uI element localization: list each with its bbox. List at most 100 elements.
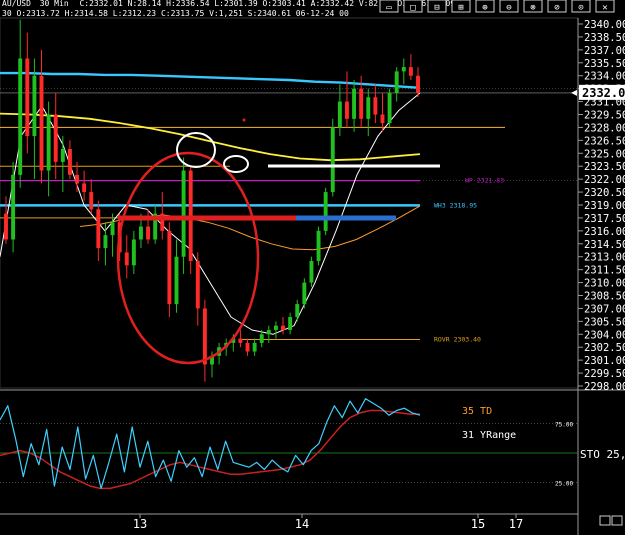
y-tick-label: 2338.50	[584, 32, 625, 44]
y-tick-label: 2319.00	[584, 200, 625, 212]
window-button-glyph: ✕	[602, 3, 607, 13]
window-button-glyph: ⊙	[578, 3, 583, 13]
level-label: WH3 2318.95	[434, 201, 477, 209]
candle-body	[46, 114, 51, 171]
candle-body	[18, 58, 23, 175]
candle-body	[401, 67, 406, 72]
candle-body	[11, 174, 16, 240]
candle-body	[302, 282, 307, 305]
y-tick-label: 2308.50	[584, 291, 625, 303]
y-tick-label: 2311.50	[584, 265, 625, 277]
y-tick-label: 2304.00	[584, 329, 625, 341]
candle-body	[89, 192, 94, 210]
candle-body	[181, 170, 186, 257]
window-button-glyph: ⊟	[434, 3, 439, 13]
candle-body	[359, 88, 364, 119]
candle-body	[323, 192, 328, 231]
candle-body	[252, 342, 257, 352]
candle-body	[82, 183, 87, 193]
current-price-value: 2332.01	[582, 86, 625, 100]
y-tick-label: 2316.00	[584, 226, 625, 238]
y-tick-label: 2305.50	[584, 316, 625, 328]
candle-body	[195, 261, 200, 309]
y-tick-label: 2302.50	[584, 342, 625, 354]
candle-body	[146, 226, 151, 240]
candle-body	[32, 75, 37, 137]
candle-body	[131, 239, 136, 266]
y-tick-label: 2317.50	[584, 213, 625, 225]
candle-body	[281, 325, 285, 330]
candle-body	[295, 304, 300, 318]
candle-body	[273, 325, 278, 330]
y-tick-label: 2299.50	[584, 368, 625, 380]
x-tick-label: 13	[133, 517, 147, 531]
window-button-glyph: ⊕	[482, 3, 487, 13]
indicator-legend-entry: 31 YRange	[462, 430, 516, 441]
candle-body	[309, 261, 314, 283]
candle-body	[53, 114, 58, 162]
candle-body	[67, 148, 72, 175]
candle-body	[288, 317, 293, 330]
y-tick-label: 2301.00	[584, 355, 625, 367]
x-tick-label: 14	[295, 517, 309, 531]
candle-body	[345, 101, 349, 119]
candle-body	[167, 230, 172, 305]
indicator-legend-entry: 35 TD	[462, 406, 492, 417]
candle-body	[330, 127, 335, 193]
level-label: ROVR 2303.40	[434, 335, 481, 343]
window-button-glyph: ⊘	[554, 3, 559, 13]
candle-body	[245, 342, 250, 352]
level-label: WP 2321.83	[465, 177, 504, 185]
candle-body	[39, 75, 44, 171]
window-button-glyph: ⊞	[458, 3, 463, 13]
y-tick-label: 2325.00	[584, 148, 625, 160]
candle-body	[266, 329, 271, 335]
candle-body	[139, 226, 143, 240]
candle-body	[124, 252, 129, 266]
window-button-glyph: ⊗	[530, 3, 535, 13]
indicator-tick-label: 75.00	[555, 422, 573, 429]
candle-body	[96, 209, 101, 249]
y-tick-label: 2337.00	[584, 45, 625, 57]
candle-body	[103, 235, 108, 249]
window-button-glyph: □	[410, 3, 416, 13]
y-tick-label: 2340.00	[584, 19, 625, 31]
candle-body	[202, 308, 207, 365]
candle-body	[316, 230, 321, 262]
y-tick-label: 2326.50	[584, 135, 625, 147]
indicator-tick-label: 25.00	[555, 481, 573, 488]
candle-body	[366, 97, 371, 119]
y-tick-label: 2335.50	[584, 58, 625, 70]
indicator-name: STO 25,	[580, 448, 625, 461]
candle-body	[380, 114, 385, 124]
y-tick-label: 2329.50	[584, 110, 625, 122]
candle-body	[387, 92, 392, 124]
window-button-glyph: ⊖	[506, 3, 511, 13]
candle-body	[394, 71, 399, 93]
price-chart: AU/USD 30 Min C:2332.01 N:28.14 H:2336.5…	[0, 0, 625, 535]
y-tick-label: 2307.00	[584, 303, 625, 315]
header-interval: 30 Min	[40, 0, 69, 8]
header-ohlc-line: 30 O:2313.72 H:2314.58 L:2312.23 C:2313.…	[2, 9, 349, 18]
y-tick-label: 2298.00	[584, 381, 625, 393]
annotation-red-dot	[242, 118, 246, 122]
y-tick-label: 2328.00	[584, 122, 625, 134]
y-tick-label: 2323.50	[584, 161, 625, 173]
zoom-in-button	[611, 515, 623, 526]
y-tick-label: 2310.00	[584, 278, 625, 290]
header-quote: C:2332.01 N:28.14 H:2336.54 L:2301.39 O:…	[79, 0, 460, 8]
candle-body	[373, 97, 378, 115]
y-tick-label: 2313.00	[584, 252, 625, 264]
candle-body	[110, 222, 115, 236]
y-tick-label: 2320.50	[584, 187, 625, 199]
candle-body	[25, 58, 30, 137]
candle-body	[259, 334, 264, 343]
window-button-glyph: ▭	[386, 3, 392, 13]
candle-body	[60, 148, 65, 162]
candle-body	[408, 67, 413, 76]
candle-body	[337, 101, 342, 128]
x-tick-label: 15	[471, 517, 485, 531]
y-tick-label: 2334.00	[584, 71, 625, 83]
candle-body	[352, 88, 357, 119]
candle-body	[174, 256, 179, 305]
